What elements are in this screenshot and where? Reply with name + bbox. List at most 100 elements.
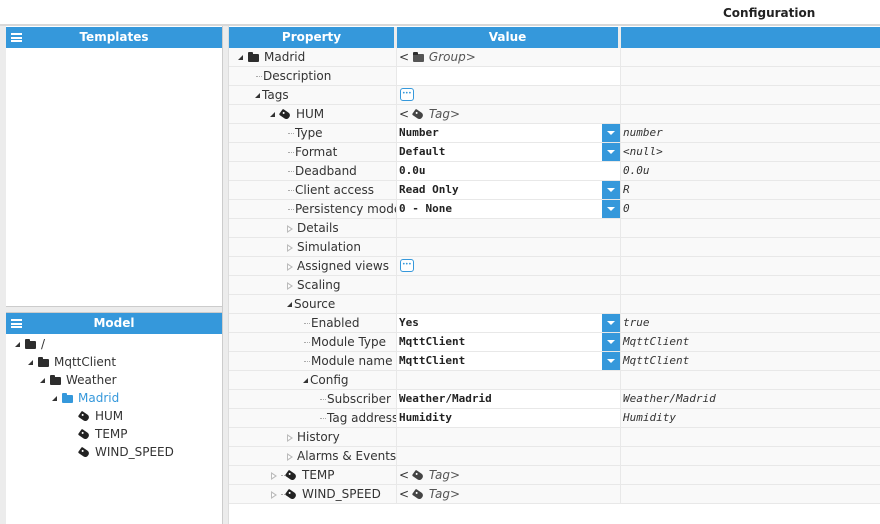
module-type-select[interactable]: MqttClient [397,333,621,351]
row-client-access[interactable]: Client access Read Only R [229,181,880,200]
row-config[interactable]: Config [229,371,880,390]
expand-icon[interactable] [287,281,293,290]
expand-icon[interactable] [287,262,293,271]
row-tags[interactable]: Tags [229,85,880,105]
ellipsis-button[interactable] [400,256,414,274]
client-access-select[interactable]: Read Only [397,181,621,199]
expand-icon[interactable] [40,378,45,383]
tree-node-hum[interactable]: HUM [6,407,222,425]
value-text: Number [399,126,439,139]
property-label: TEMP [302,468,335,482]
tree-node-mqttclient[interactable]: MqttClient [6,353,222,371]
collapse-icon[interactable] [238,55,243,60]
row-history[interactable]: History [229,428,880,447]
collapse-icon[interactable] [270,112,275,117]
row-madrid[interactable]: Madrid < Group> [229,48,880,67]
column-header-value[interactable]: Value [397,27,621,48]
format-select[interactable]: Default [397,143,621,161]
property-label: Module Type [311,335,387,349]
enabled-select[interactable]: Yes [397,314,621,332]
property-label: WIND_SPEED [302,487,381,501]
row-module-type[interactable]: Module Type MqttClient MqttClient [229,333,880,352]
tree-node-temp[interactable]: TEMP [6,425,222,443]
row-persistency-mode[interactable]: Persistency mode 0 - None 0 [229,200,880,219]
row-details[interactable]: Details [229,219,880,238]
row-deadband[interactable]: Deadband 0.0u 0.0u [229,162,880,181]
templates-header: Templates [6,27,222,48]
value-suffix: > [449,468,460,482]
expand-icon[interactable] [287,243,293,252]
row-hum[interactable]: HUM < Tag> [229,105,880,124]
tag-icon [77,410,91,423]
expand-icon[interactable] [52,396,57,401]
dropdown-arrow-icon[interactable] [602,352,620,370]
vertical-splitter[interactable] [222,26,229,524]
raw-value: true [621,314,880,332]
collapse-icon[interactable] [287,302,292,307]
dropdown-arrow-icon[interactable] [602,181,620,199]
dropdown-arrow-icon[interactable] [602,314,620,332]
menu-icon[interactable] [11,33,22,42]
tag-icon [278,108,292,121]
row-module-name[interactable]: Module name MqttClient MqttClient [229,352,880,371]
value-text: MqttClient [399,354,466,367]
expand-icon[interactable] [28,360,33,365]
title-bar: Configuration [0,0,880,26]
deadband-input[interactable]: 0.0u [397,162,621,180]
module-name-select[interactable]: MqttClient [397,352,621,370]
row-wind-speed[interactable]: WIND_SPEED < Tag> [229,485,880,504]
tag-icon [411,469,424,482]
column-header-raw[interactable] [621,27,880,48]
row-simulation[interactable]: Simulation [229,238,880,257]
raw-value: <null> [621,143,880,161]
raw-value: MqttClient [621,333,880,351]
property-label: Details [297,221,339,235]
dropdown-arrow-icon[interactable] [602,143,620,161]
expand-icon[interactable] [271,471,277,480]
row-description[interactable]: Description [229,67,880,86]
expand-icon[interactable] [287,433,293,442]
expand-icon[interactable] [15,342,20,347]
subscriber-input[interactable]: Weather/Madrid [397,390,621,408]
dropdown-arrow-icon[interactable] [602,124,620,142]
folder-icon [62,392,73,403]
tree-node-wind-speed[interactable]: WIND_SPEED [6,443,222,461]
row-format[interactable]: Format Default <null> [229,143,880,162]
row-enabled[interactable]: Enabled Yes true [229,314,880,333]
tree-node-root[interactable]: / [6,335,222,353]
property-label: Subscriber [327,392,391,406]
row-assigned-views[interactable]: Assigned views [229,256,880,276]
tag-address-input[interactable]: Humidity [397,409,621,427]
value-prefix: < [399,468,410,482]
tree-node-label: TEMP [95,427,128,441]
value-text: Yes [399,316,419,329]
expand-icon[interactable] [287,452,293,461]
menu-icon[interactable] [11,319,22,328]
tree-node-weather[interactable]: Weather [6,371,222,389]
description-input[interactable] [397,67,621,85]
expand-icon[interactable] [271,490,277,499]
collapse-icon[interactable] [303,378,308,383]
dropdown-arrow-icon[interactable] [602,200,620,218]
column-header-property[interactable]: Property [229,27,397,48]
row-temp[interactable]: TEMP < Tag> [229,466,880,485]
tree-node-label: Madrid [78,391,120,405]
row-subscriber[interactable]: Subscriber Weather/Madrid Weather/Madrid [229,390,880,409]
row-scaling[interactable]: Scaling [229,276,880,295]
persistency-select[interactable]: 0 - None [397,200,621,218]
dropdown-arrow-icon[interactable] [602,333,620,351]
row-type[interactable]: Type Number number [229,124,880,143]
tree-node-madrid[interactable]: Madrid [6,389,222,407]
row-tag-address[interactable]: Tag address Humidity Humidity [229,409,880,428]
row-source[interactable]: Source [229,295,880,314]
tag-icon [77,446,91,459]
value-prefix: < [399,107,410,121]
ellipsis-button[interactable] [400,85,414,103]
expand-icon[interactable] [287,224,293,233]
type-select[interactable]: Number [397,124,621,142]
property-label: Description [263,69,332,83]
collapse-icon[interactable] [255,93,260,98]
horizontal-splitter[interactable] [6,306,222,313]
row-alarms-events[interactable]: Alarms & Events [229,447,880,466]
value-text: MqttClient [399,335,466,348]
